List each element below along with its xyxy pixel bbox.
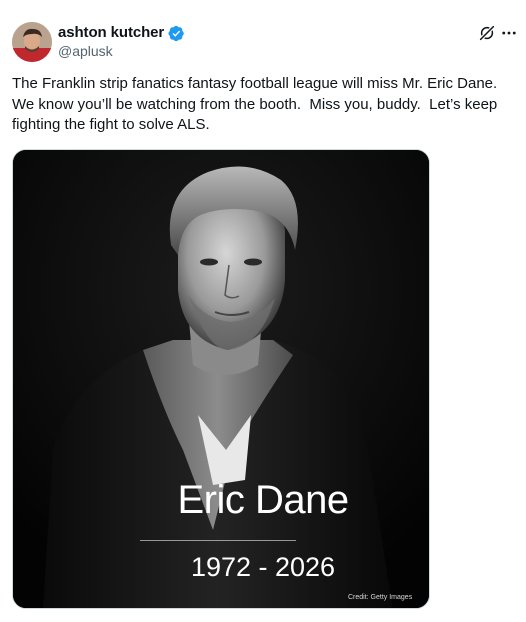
media-overlay-name: Eric Dane bbox=[177, 478, 349, 522]
media-overlay-years: 1972 - 2026 bbox=[190, 552, 336, 582]
more-options-icon[interactable] bbox=[500, 24, 518, 42]
avatar-photo bbox=[12, 22, 52, 62]
tweet-card[interactable]: ashton kutcher @aplusk The Franklin stri… bbox=[0, 0, 526, 622]
author-avatar[interactable] bbox=[12, 22, 52, 62]
media-overlay-divider bbox=[140, 540, 296, 541]
verified-badge-icon bbox=[168, 25, 184, 41]
author-display-name[interactable]: ashton kutcher bbox=[58, 24, 164, 42]
author-handle[interactable]: @aplusk bbox=[58, 43, 113, 60]
author-name-row[interactable]: ashton kutcher bbox=[58, 24, 185, 42]
media-photo-credit: Credit: Getty Images bbox=[348, 594, 413, 601]
grok-icon[interactable] bbox=[478, 24, 496, 42]
tweet-text: The Franklin strip fanatics fantasy foot… bbox=[12, 75, 498, 133]
